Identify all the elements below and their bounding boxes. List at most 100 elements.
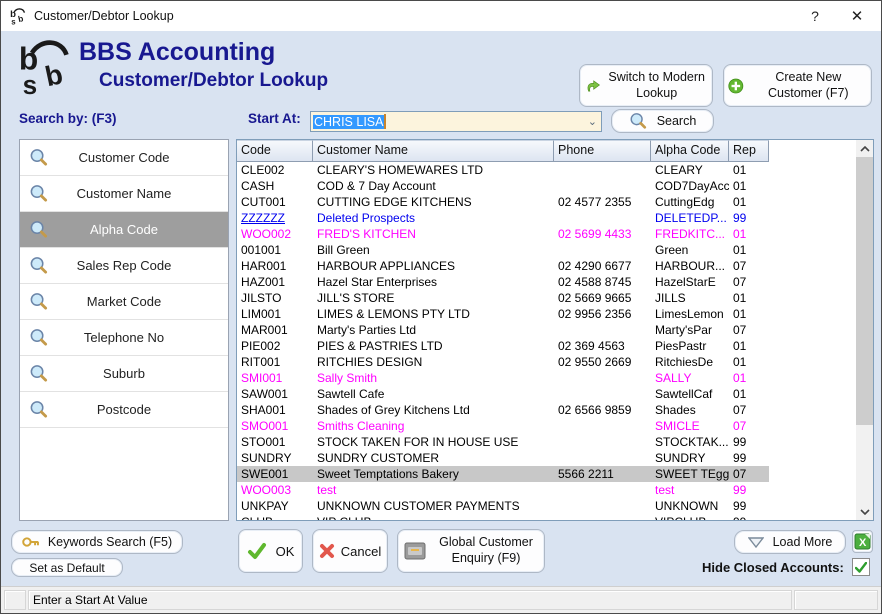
- cell-alpha: LimesLemon: [651, 306, 729, 322]
- cell-alpha: SALLY: [651, 370, 729, 386]
- ok-button[interactable]: OK: [238, 529, 303, 573]
- sidebar-item-market-code[interactable]: Market Code: [20, 284, 228, 320]
- table-row[interactable]: SAW001Sawtell CafeSawtellCaf01: [237, 386, 769, 402]
- search-button[interactable]: Search: [611, 109, 714, 133]
- cell-name: test: [313, 482, 554, 498]
- results-table: CodeCustomer NamePhoneAlpha CodeRep CLE0…: [236, 139, 874, 521]
- cell-alpha: UNKNOWN: [651, 498, 729, 514]
- cell-rep: 07: [729, 466, 769, 482]
- sidebar-item-customer-name[interactable]: Customer Name: [20, 176, 228, 212]
- switch-to-modern-lookup-button[interactable]: Switch to Modern Lookup: [579, 64, 713, 107]
- set-as-default-label: Set as Default: [29, 561, 104, 575]
- vertical-scrollbar[interactable]: [856, 140, 873, 520]
- cell-alpha: DELETEDP...: [651, 210, 729, 226]
- cell-alpha: PiesPastr: [651, 338, 729, 354]
- search-button-label: Search: [657, 114, 697, 128]
- red-cross-icon: [319, 543, 335, 559]
- table-row[interactable]: UNKPAYUNKNOWN CUSTOMER PAYMENTSUNKNOWN99: [237, 498, 769, 514]
- sidebar-item-alpha-code[interactable]: Alpha Code: [20, 212, 228, 248]
- cell-alpha: Green: [651, 242, 729, 258]
- cell-name: PIES & PASTRIES LTD: [313, 338, 554, 354]
- sidebar-item-suburb[interactable]: Suburb: [20, 356, 228, 392]
- help-button[interactable]: ?: [793, 1, 837, 31]
- column-header-phone[interactable]: Phone: [554, 140, 651, 162]
- sidebar-item-telephone-no[interactable]: Telephone No: [20, 320, 228, 356]
- table-row[interactable]: HAR001HARBOUR APPLIANCES02 4290 6677HARB…: [237, 258, 769, 274]
- table-row[interactable]: SMO001Smiths CleaningSMICLE07: [237, 418, 769, 434]
- cell-code: SAW001: [237, 386, 313, 402]
- column-header-code[interactable]: Code: [237, 140, 313, 162]
- cell-phone: 02 9956 2356: [554, 306, 651, 322]
- cancel-button[interactable]: Cancel: [312, 529, 388, 573]
- table-row[interactable]: RIT001RITCHIES DESIGN02 9550 2669Ritchie…: [237, 354, 769, 370]
- table-row[interactable]: CASHCOD & 7 Day AccountCOD7DayAcc01: [237, 178, 769, 194]
- cell-alpha: CLEARY: [651, 162, 729, 178]
- cell-rep: 01: [729, 354, 769, 370]
- sidebar-item-sales-rep-code[interactable]: Sales Rep Code: [20, 248, 228, 284]
- sidebar-item-label: Sales Rep Code: [20, 258, 228, 273]
- table-row[interactable]: STO001STOCK TAKEN FOR IN HOUSE USESTOCKT…: [237, 434, 769, 450]
- table-row[interactable]: HAZ001Hazel Star Enterprises02 4588 8745…: [237, 274, 769, 290]
- table-row[interactable]: SMI001Sally SmithSALLY01: [237, 370, 769, 386]
- svg-text:b: b: [42, 58, 65, 92]
- table-row[interactable]: WOO003testtest99: [237, 482, 769, 498]
- global-customer-enquiry-button[interactable]: Global Customer Enquiry (F9): [397, 529, 545, 573]
- cell-name: COD & 7 Day Account: [313, 178, 554, 194]
- create-new-customer-button[interactable]: Create New Customer (F7): [723, 64, 872, 107]
- cell-phone: 02 9550 2669: [554, 354, 651, 370]
- title-bar: b b s Customer/Debtor Lookup ? ✕: [1, 1, 881, 31]
- cell-name: Sweet Temptations Bakery: [313, 466, 554, 482]
- cell-code: MAR001: [237, 322, 313, 338]
- chevron-down-icon[interactable]: ⌄: [588, 115, 597, 128]
- table-row[interactable]: CLUBVIP CLUBVIPCLUB99: [237, 514, 769, 520]
- column-header-rep[interactable]: Rep: [729, 140, 769, 162]
- cell-code: UNKPAY: [237, 498, 313, 514]
- svg-text:X: X: [859, 537, 867, 549]
- column-header-customer-name[interactable]: Customer Name: [313, 140, 554, 162]
- table-row[interactable]: JILSTOJILL'S STORE02 5669 9665JILLS01: [237, 290, 769, 306]
- text-caret: [384, 114, 386, 129]
- cell-name: VIP CLUB: [313, 514, 554, 520]
- scrollbar-thumb[interactable]: [856, 157, 873, 425]
- sidebar-item-customer-code[interactable]: Customer Code: [20, 140, 228, 176]
- hide-closed-accounts-checkbox[interactable]: [852, 558, 870, 576]
- load-more-button[interactable]: Load More: [734, 530, 846, 554]
- cell-phone: 02 5699 4433: [554, 226, 651, 242]
- scroll-down-icon[interactable]: [856, 503, 873, 520]
- table-row[interactable]: PIE002PIES & PASTRIES LTD02 369 4563Pies…: [237, 338, 769, 354]
- cell-code: CLUB: [237, 514, 313, 520]
- cell-name: Hazel Star Enterprises: [313, 274, 554, 290]
- scroll-up-icon[interactable]: [856, 140, 873, 157]
- close-button[interactable]: ✕: [835, 1, 879, 31]
- table-row[interactable]: SWE001Sweet Temptations Bakery5566 2211S…: [237, 466, 769, 482]
- cell-phone: 02 4290 6677: [554, 258, 651, 274]
- page-title: Customer/Debtor Lookup: [99, 70, 328, 92]
- cell-rep: 07: [729, 258, 769, 274]
- keywords-search-button[interactable]: Keywords Search (F5): [11, 530, 183, 554]
- cell-code: SWE001: [237, 466, 313, 482]
- cell-alpha: VIPCLUB: [651, 514, 729, 520]
- hide-closed-accounts-label: Hide Closed Accounts:: [702, 560, 844, 575]
- excel-export-button[interactable]: X: [852, 530, 873, 553]
- switch-to-modern-lookup-label: Switch to Modern Lookup: [607, 70, 706, 101]
- table-row[interactable]: SHA001Shades of Grey Kitchens Ltd02 6566…: [237, 402, 769, 418]
- table-row[interactable]: SUNDRYSUNDRY CUSTOMERSUNDRY99: [237, 450, 769, 466]
- cell-alpha: SWEET TEgg: [651, 466, 729, 482]
- table-row[interactable]: 001001Bill GreenGreen01: [237, 242, 769, 258]
- search-by-list: Customer CodeCustomer NameAlpha Code Sale…: [19, 139, 229, 521]
- sidebar-item-postcode[interactable]: Postcode: [20, 392, 228, 428]
- table-row[interactable]: LIM001LIMES & LEMONS PTY LTD02 9956 2356…: [237, 306, 769, 322]
- cell-code: WOO002: [237, 226, 313, 242]
- magnifier-icon: [29, 256, 48, 275]
- start-at-input[interactable]: CHRIS LISA ⌄: [310, 111, 602, 132]
- table-row[interactable]: MAR001Marty's Parties LtdMarty'sPar07: [237, 322, 769, 338]
- cell-code: SHA001: [237, 402, 313, 418]
- curved-arrow-icon: [586, 76, 601, 96]
- cell-code: LIM001: [237, 306, 313, 322]
- table-row[interactable]: ZZZZZZDeleted ProspectsDELETEDP...99: [237, 210, 769, 226]
- table-row[interactable]: WOO002FRED'S KITCHEN02 5699 4433FREDKITC…: [237, 226, 769, 242]
- column-header-alpha-code[interactable]: Alpha Code: [651, 140, 729, 162]
- table-row[interactable]: CUT001CUTTING EDGE KITCHENS02 4577 2355C…: [237, 194, 769, 210]
- table-row[interactable]: CLE002CLEARY'S HOMEWARES LTDCLEARY01: [237, 162, 769, 178]
- set-as-default-button[interactable]: Set as Default: [11, 558, 123, 577]
